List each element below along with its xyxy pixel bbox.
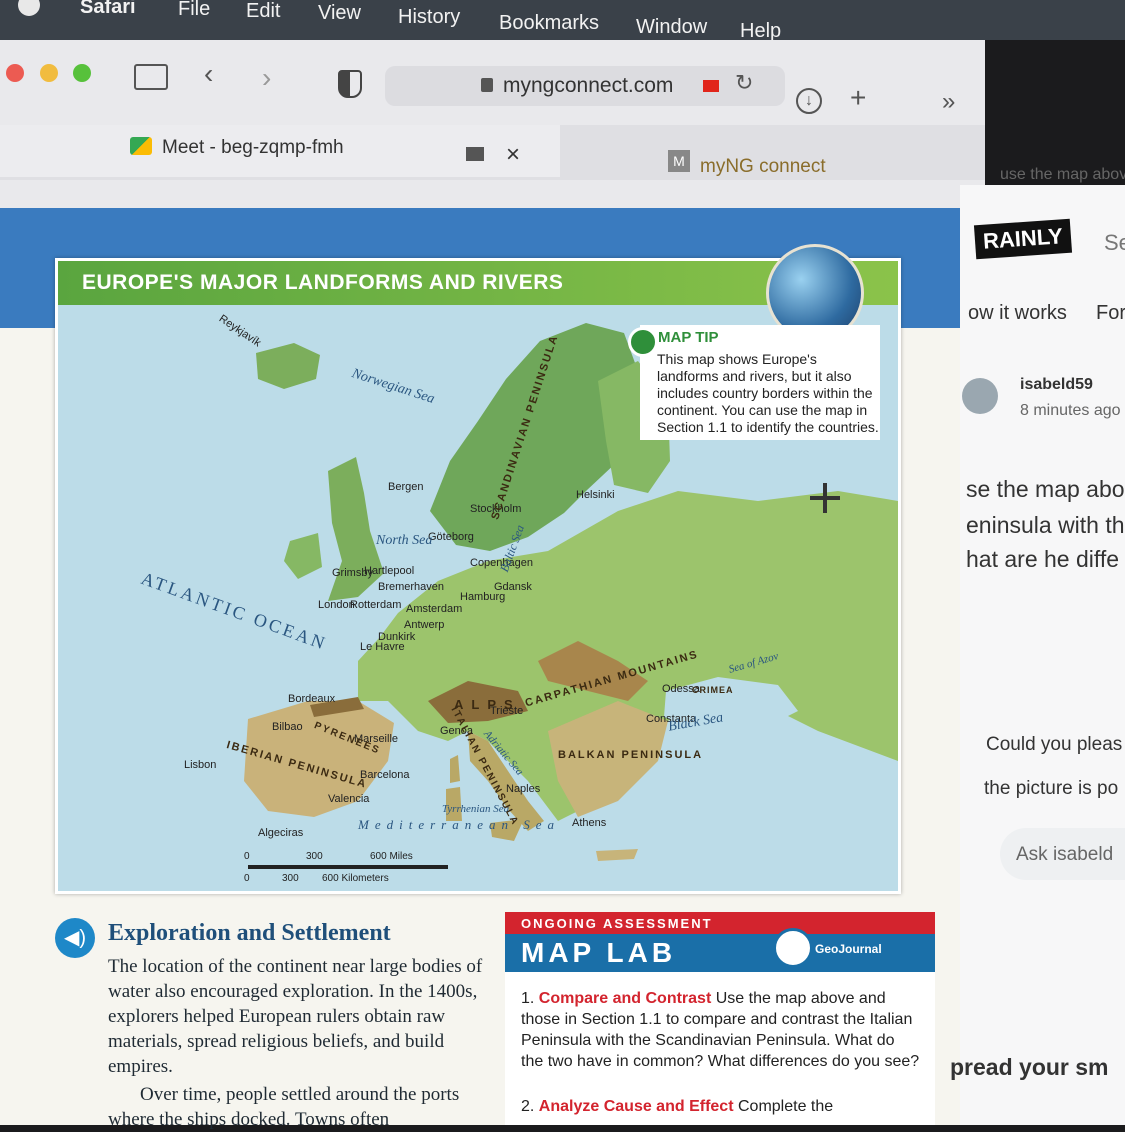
q1-heading: Compare and Contrast: [538, 990, 712, 1007]
section-heading: Exploration and Settlement: [108, 920, 391, 946]
map-lab-question-1: 1. Compare and Contrast Use the map abov…: [521, 988, 921, 1072]
city-gdansk: Gdansk: [494, 581, 532, 593]
side-tab-title[interactable]: use the map abov: [1000, 166, 1125, 184]
city-lehavre: Le Havre: [360, 641, 405, 653]
map-tip-icon: [628, 327, 658, 357]
compass-rose-icon: [810, 483, 840, 513]
map-tip-body: This map shows Europe's landforms and ri…: [657, 351, 879, 435]
meet-icon: [130, 137, 152, 155]
scale-mi-600: 600 Miles: [370, 851, 413, 862]
menu-file[interactable]: File: [178, 0, 210, 21]
tab-myng-label: myNG connect: [700, 156, 826, 177]
tab-myng[interactable]: M myNG connect: [560, 140, 980, 185]
brand-logo[interactable]: RAINLY: [973, 218, 1072, 260]
ongoing-assessment-label: ONGOING ASSESSMENT: [521, 916, 713, 931]
q2-text: Complete the: [737, 1098, 834, 1115]
map-lab-box: ONGOING ASSESSMENT MAP LAB GeoJournal 1.…: [505, 912, 935, 1125]
forward-icon[interactable]: ›: [262, 62, 271, 94]
comment-1: Could you pleas: [986, 734, 1123, 755]
city-naples: Naples: [506, 783, 541, 795]
city-bilbao: Bilbao: [272, 721, 303, 733]
ask-placeholder: Ask isabeld: [1016, 844, 1114, 865]
nav-how-it-works[interactable]: ow it works: [968, 302, 1067, 325]
menu-safari[interactable]: Safari: [80, 0, 136, 19]
minimize-window-button[interactable]: [40, 64, 58, 82]
question-line-3: hat are he diffe: [966, 546, 1120, 572]
q2-heading: Analyze Cause and Effect: [538, 1098, 734, 1115]
landform-alps: ALPS: [454, 697, 521, 712]
myng-badge: M: [668, 150, 690, 172]
menu-view[interactable]: View: [318, 2, 361, 25]
menu-history[interactable]: History: [398, 6, 460, 29]
zoom-window-button[interactable]: [73, 64, 91, 82]
video-icon: [466, 147, 484, 161]
user-name[interactable]: isabeld59: [1020, 376, 1093, 394]
reload-icon[interactable]: ↻: [735, 70, 753, 96]
scale-bar: [248, 865, 448, 869]
q2-number: 2.: [521, 1098, 535, 1115]
scale-mi-300: 300: [306, 851, 323, 862]
tab-meet[interactable]: Meet - beg-zqmp-fmh ×: [0, 125, 560, 177]
landform-balkan-peninsula: BALKAN PENINSULA: [558, 749, 704, 761]
q1-number: 1.: [521, 990, 535, 1007]
camera-icon[interactable]: [703, 80, 719, 92]
scale-km-0: 0: [244, 873, 250, 884]
ask-input[interactable]: Ask isabeld: [1000, 828, 1125, 880]
apple-icon[interactable]: [18, 0, 40, 16]
back-icon[interactable]: ‹: [204, 58, 213, 90]
city-helsinki: Helsinki: [576, 489, 615, 501]
tab-close-icon[interactable]: ×: [506, 141, 520, 169]
menu-bookmarks[interactable]: Bookmarks: [499, 12, 599, 35]
geojournal-label: GeoJournal: [815, 942, 882, 956]
sidebar-toggle-icon[interactable]: [134, 64, 168, 90]
city-goteborg: Göteborg: [428, 531, 474, 543]
sea-mediterranean: Mediterranean Sea: [358, 817, 561, 832]
side-window: [960, 185, 1125, 1125]
city-lisbon: Lisbon: [184, 759, 217, 771]
question-line-2: eninsula with th: [966, 512, 1125, 538]
map-lab-question-2: 2. Analyze Cause and Effect Complete the: [521, 1096, 921, 1117]
map-tip-box: MAP TIP This map shows Europe's landform…: [628, 325, 880, 440]
section-paragraph-1: The location of the continent near large…: [108, 956, 483, 1077]
city-amsterdam: Amsterdam: [406, 603, 463, 615]
city-grimsby: Grimsby: [332, 567, 373, 579]
footer-text: pread your sm: [950, 1054, 1109, 1080]
address-bar[interactable]: myngconnect.com ↻: [385, 66, 785, 106]
sea-north: North Sea: [376, 533, 433, 548]
scale-km-600: 600 Kilometers: [322, 873, 389, 884]
shield-icon[interactable]: [338, 70, 362, 98]
scale-km-300: 300: [282, 873, 299, 884]
menu-edit[interactable]: Edit: [246, 0, 280, 23]
city-valencia: Valencia: [328, 793, 370, 805]
lock-icon: [481, 78, 493, 92]
scale-mi-0: 0: [244, 851, 250, 862]
tab-meet-label: Meet - beg-zqmp-fmh: [162, 137, 344, 158]
side-search-label[interactable]: Se: [1104, 230, 1125, 256]
city-athens: Athens: [572, 817, 607, 829]
user-avatar: [962, 378, 998, 414]
map-tip-heading: MAP TIP: [658, 329, 719, 346]
close-window-button[interactable]: [6, 64, 24, 82]
map-lab-title: MAP LAB: [521, 937, 677, 968]
menu-window[interactable]: Window: [636, 16, 707, 39]
city-antwerp: Antwerp: [404, 619, 445, 631]
download-icon[interactable]: ↓: [796, 88, 822, 114]
menu-bar: Safari File Edit View History Bookmarks …: [0, 0, 1125, 42]
geojournal-icon: [773, 928, 813, 968]
post-time: 8 minutes ago: [1020, 402, 1121, 419]
more-tabs-icon[interactable]: »: [942, 88, 955, 116]
landform-crimea: CRIMEA: [692, 685, 734, 695]
map-title: EUROPE'S MAJOR LANDFORMS AND RIVERS: [82, 271, 564, 294]
question-line-1: se the map abo: [966, 476, 1125, 502]
new-tab-icon[interactable]: +: [850, 82, 866, 114]
city-rotterdam: Rotterdam: [350, 599, 402, 611]
city-bremerhaven: Bremerhaven: [378, 581, 445, 593]
city-bergen: Bergen: [388, 481, 424, 493]
city-bordeaux: Bordeaux: [288, 693, 336, 705]
audio-speaker-icon[interactable]: ◀): [55, 918, 95, 958]
url-text: myngconnect.com: [503, 74, 674, 97]
comment-2: the picture is po: [984, 778, 1119, 799]
nav-for[interactable]: For: [1096, 302, 1125, 325]
city-algeciras: Algeciras: [258, 827, 304, 839]
